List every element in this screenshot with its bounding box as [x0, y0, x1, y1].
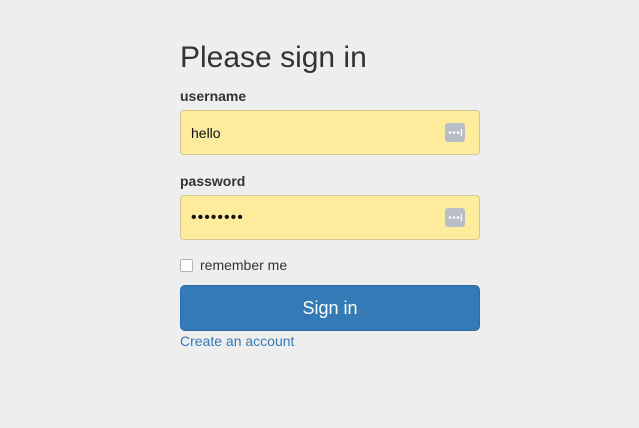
password-input[interactable] [191, 196, 441, 239]
username-field[interactable] [180, 110, 480, 155]
remember-me[interactable]: remember me [180, 256, 287, 274]
password-manager-icon[interactable] [445, 123, 465, 142]
username-input[interactable] [191, 111, 441, 154]
remember-me-checkbox[interactable] [180, 258, 193, 272]
remember-me-label: remember me [200, 257, 288, 273]
username-label: username [180, 88, 247, 104]
password-manager-icon[interactable] [445, 208, 465, 227]
page-title: Please sign in [180, 41, 367, 74]
password-field[interactable] [180, 195, 480, 240]
password-label: password [180, 173, 246, 189]
sign-in-button[interactable]: Sign in [180, 285, 480, 331]
create-account-link[interactable]: Create an account [180, 332, 294, 350]
